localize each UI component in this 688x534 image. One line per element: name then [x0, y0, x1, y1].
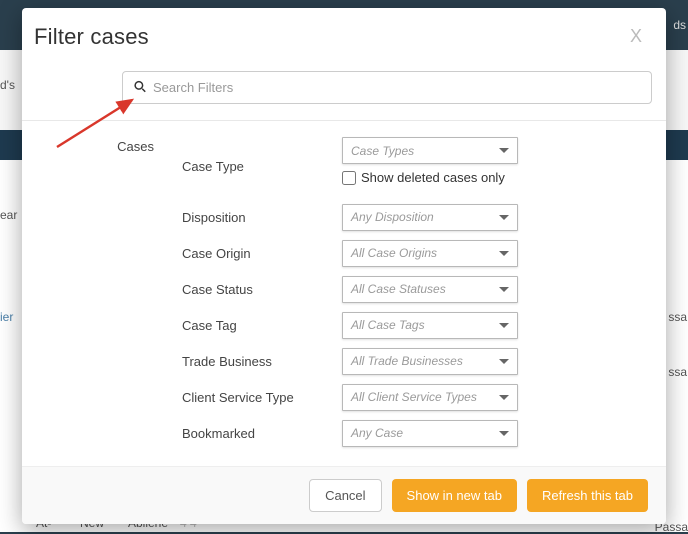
select-placeholder: All Case Tags [351, 318, 425, 332]
disposition-select[interactable]: Any Disposition [342, 204, 518, 231]
show-deleted-label[interactable]: Show deleted cases only [361, 170, 505, 185]
filter-cases-modal: Filter cases X Cases Case Type Case Type… [22, 8, 666, 524]
chevron-down-icon [499, 215, 509, 220]
field-label-case-type: Case Type [182, 159, 342, 174]
chevron-down-icon [499, 251, 509, 256]
case-tag-select[interactable]: All Case Tags [342, 312, 518, 339]
select-placeholder: All Trade Businesses [351, 354, 463, 368]
bookmarked-select[interactable]: Any Case [342, 420, 518, 447]
field-label-case-origin: Case Origin [182, 246, 342, 261]
field-label-client-service-type: Client Service Type [182, 390, 342, 405]
case-status-select[interactable]: All Case Statuses [342, 276, 518, 303]
chevron-down-icon [499, 431, 509, 436]
bg-text: ssa [668, 310, 687, 324]
modal-body: Cases Case Type Case Types Show deleted … [22, 120, 666, 466]
bg-text: ier [0, 310, 13, 324]
chevron-down-icon [499, 287, 509, 292]
select-placeholder: Any Case [351, 426, 403, 440]
search-filters-input[interactable] [122, 71, 652, 104]
case-origin-select[interactable]: All Case Origins [342, 240, 518, 267]
select-placeholder: All Case Statuses [351, 282, 446, 296]
select-placeholder: Case Types [351, 144, 414, 158]
trade-business-select[interactable]: All Trade Businesses [342, 348, 518, 375]
show-in-new-tab-button[interactable]: Show in new tab [392, 479, 517, 512]
field-label-trade-business: Trade Business [182, 354, 342, 369]
close-icon[interactable]: X [626, 22, 646, 51]
field-label-case-tag: Case Tag [182, 318, 342, 333]
modal-header: Filter cases X [22, 8, 666, 61]
client-service-type-select[interactable]: All Client Service Types [342, 384, 518, 411]
section-label-cases: Cases [22, 137, 182, 455]
select-placeholder: All Case Origins [351, 246, 437, 260]
field-label-disposition: Disposition [182, 210, 342, 225]
section-cases: Cases Case Type Case Types Show deleted … [22, 121, 666, 466]
select-placeholder: All Client Service Types [351, 390, 477, 404]
cancel-button[interactable]: Cancel [309, 479, 381, 512]
field-label-case-status: Case Status [182, 282, 342, 297]
modal-footer: Cancel Show in new tab Refresh this tab [22, 466, 666, 524]
modal-title: Filter cases [34, 24, 149, 50]
bg-text: ds [673, 18, 686, 32]
bg-text: ssa [668, 365, 687, 379]
bg-text: ear [0, 208, 17, 222]
refresh-this-tab-button[interactable]: Refresh this tab [527, 479, 648, 512]
bg-text: d's [0, 78, 15, 92]
chevron-down-icon [499, 323, 509, 328]
chevron-down-icon [499, 148, 509, 153]
chevron-down-icon [499, 395, 509, 400]
field-label-bookmarked: Bookmarked [182, 426, 342, 441]
show-deleted-checkbox[interactable] [342, 171, 356, 185]
chevron-down-icon [499, 359, 509, 364]
case-type-select[interactable]: Case Types [342, 137, 518, 164]
select-placeholder: Any Disposition [351, 210, 434, 224]
search-row [22, 61, 666, 120]
